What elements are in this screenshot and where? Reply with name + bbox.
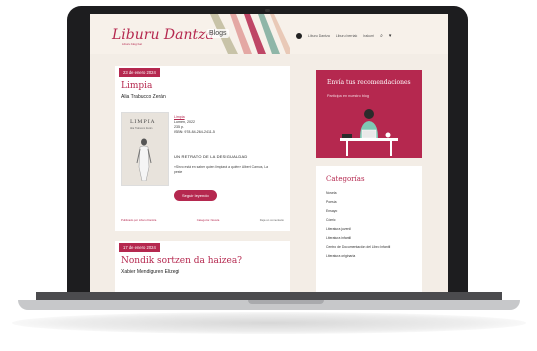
post-date: 23 de enero 2024 [119, 68, 160, 77]
read-more-button[interactable]: Seguir leyendo [174, 190, 217, 201]
post-category[interactable]: Categoría: Novela [197, 218, 220, 222]
category-item[interactable]: Cómic [326, 218, 390, 227]
promo-subtitle: Participa en nuestro blog [327, 94, 370, 98]
excerpt-heading: UN RETRATO DE LA DESIGUALDAD [174, 154, 248, 159]
post-author: Xabier Mendiguren Elizegi [121, 269, 180, 275]
language-icon[interactable]: ▾ [389, 33, 392, 39]
promo-title: Envía tus recomendaciones [327, 79, 411, 86]
cover-figure [136, 138, 152, 181]
category-item[interactable]: Novela [326, 191, 390, 200]
categories-title: Categorías [326, 175, 365, 183]
cover-title: LIMPIA [130, 119, 156, 125]
categories-widget: Categorías Novela Poesía Ensayo Cómic Li… [316, 166, 422, 294]
site-tagline: Liburu blog bat [122, 42, 142, 46]
categories-list: Novela Poesía Ensayo Cómic Literatura ju… [326, 191, 390, 263]
cover-author: Alia Trabucco Zerán [130, 127, 153, 130]
sidebar: Envía tus recomendaciones Participa en n… [316, 70, 422, 294]
reader-illustration [340, 109, 398, 156]
nav-item-home[interactable]: Liburu Dantza [308, 34, 330, 38]
laptop-base [18, 300, 520, 310]
laptop-shadow [12, 312, 526, 334]
category-item[interactable]: Centro de Documentación del Libro Infant… [326, 245, 390, 254]
book-isbn: ISBN: 978-84-264-2411-5 [174, 130, 215, 134]
category-item[interactable]: Ensayo [326, 209, 390, 218]
posts-column: 23 de enero 2024 Limpia Alia Trabucco Ze… [115, 66, 290, 294]
nav-item-new-books[interactable]: Liburu berriak [336, 34, 357, 38]
brand-icon[interactable] [296, 33, 302, 39]
browser-screen: Liburu Dantza Liburu blog bat Blogs Libu… [90, 14, 448, 294]
main-nav: Liburu Dantza Liburu berriak Irakurri ⌕ … [296, 33, 391, 39]
search-icon[interactable]: ⌕ [380, 33, 383, 39]
excerpt-quote: «Sirvo está en saber quien limpiará a qu… [174, 165, 269, 174]
post-title[interactable]: Nondik sortzen da haizea? [121, 256, 242, 266]
category-item[interactable]: Literatura infantil [326, 236, 390, 245]
post-published-by[interactable]: Publicado por Liburu Dantza [121, 218, 156, 222]
book-meta: Limpia Lumen, 2022 235 p. ISBN: 978-84-2… [174, 115, 215, 135]
trackpad-notch [248, 300, 324, 304]
category-item[interactable]: Literatura juvenil [326, 227, 390, 236]
blog-badge[interactable]: Blogs [207, 29, 229, 38]
site-header: Liburu Dantza Liburu blog bat Blogs Libu… [90, 14, 448, 54]
camera-icon [265, 9, 270, 12]
category-item[interactable]: Literatura originaria [326, 254, 390, 263]
post-title[interactable]: Limpia [121, 81, 152, 91]
post-footer: Publicado por Liburu Dantza Categoría: N… [121, 218, 284, 222]
site-logo[interactable]: Liburu Dantza [112, 27, 214, 43]
post-date: 17 de enero 2024 [119, 243, 160, 252]
nav-item-read[interactable]: Irakurri [363, 34, 374, 38]
post-card: 23 de enero 2024 Limpia Alia Trabucco Ze… [115, 66, 290, 231]
post-comments[interactable]: Deja un comentario [260, 218, 284, 222]
book-cover[interactable]: LIMPIA Alia Trabucco Zerán [121, 112, 169, 186]
post-author: Alia Trabucco Zerán [121, 94, 166, 100]
post-card: 17 de enero 2024 Nondik sortzen da haize… [115, 241, 290, 294]
category-item[interactable]: Poesía [326, 200, 390, 209]
promo-card[interactable]: Envía tus recomendaciones Participa en n… [316, 70, 422, 158]
